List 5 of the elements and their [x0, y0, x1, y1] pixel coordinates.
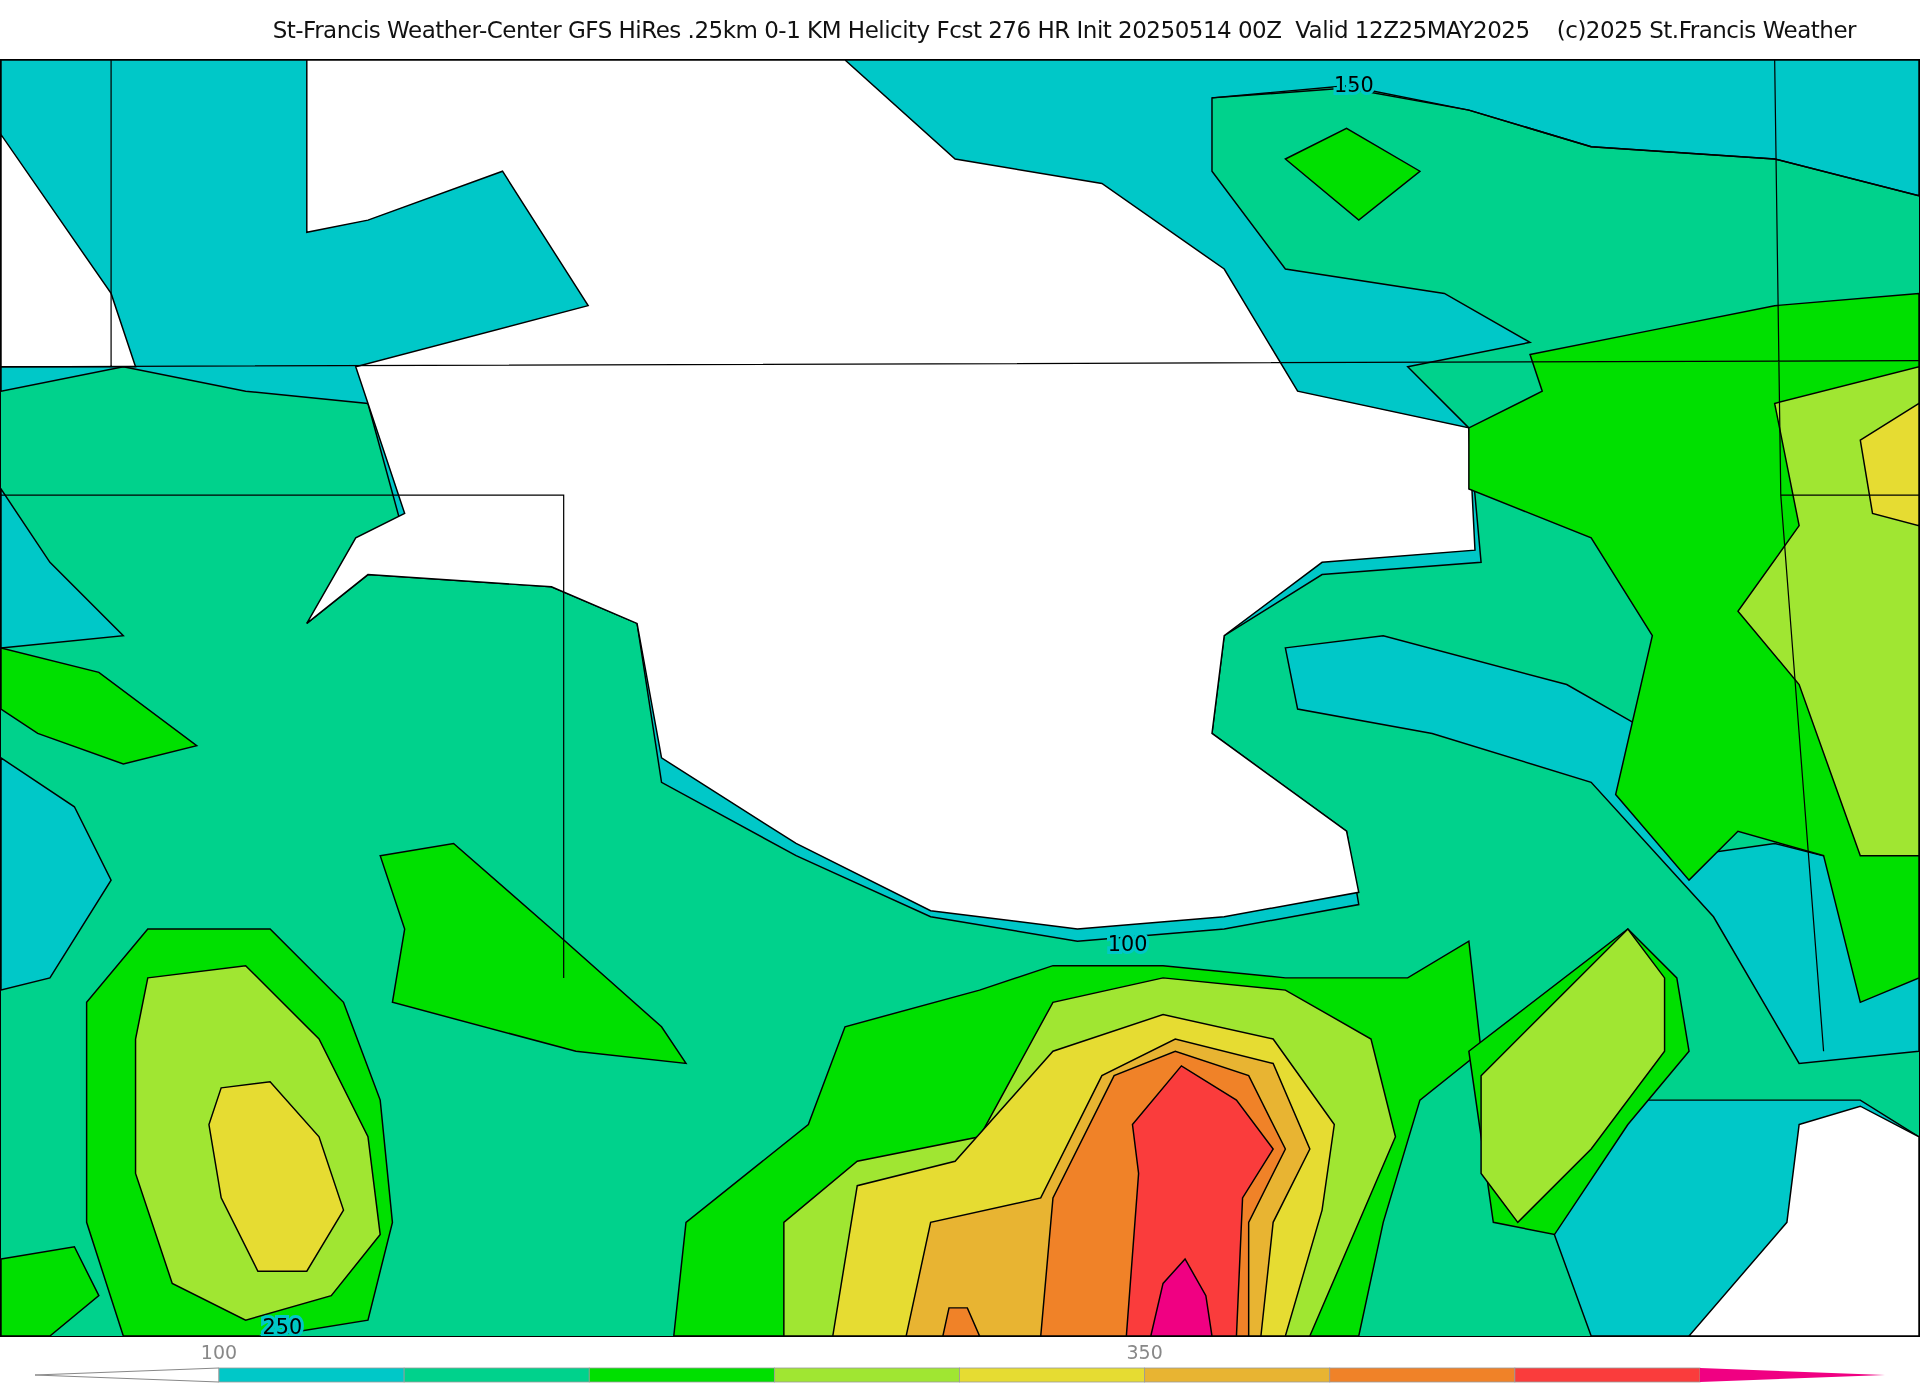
contour-label: 250	[262, 1314, 303, 1336]
colorbar-tick-label: 350	[1126, 1341, 1163, 1363]
colorbar-tick-label: 100	[200, 1341, 238, 1363]
map-title: St-Francis Weather-Center GFS HiRes .25km 0-1 KM Helicity Fcst 276 HR Init 20250514 00Z Valid 12Z25MAY2025 (c)2025 St.Francis Weather	[272, 16, 1856, 43]
contour-label: 100	[1107, 932, 1148, 956]
